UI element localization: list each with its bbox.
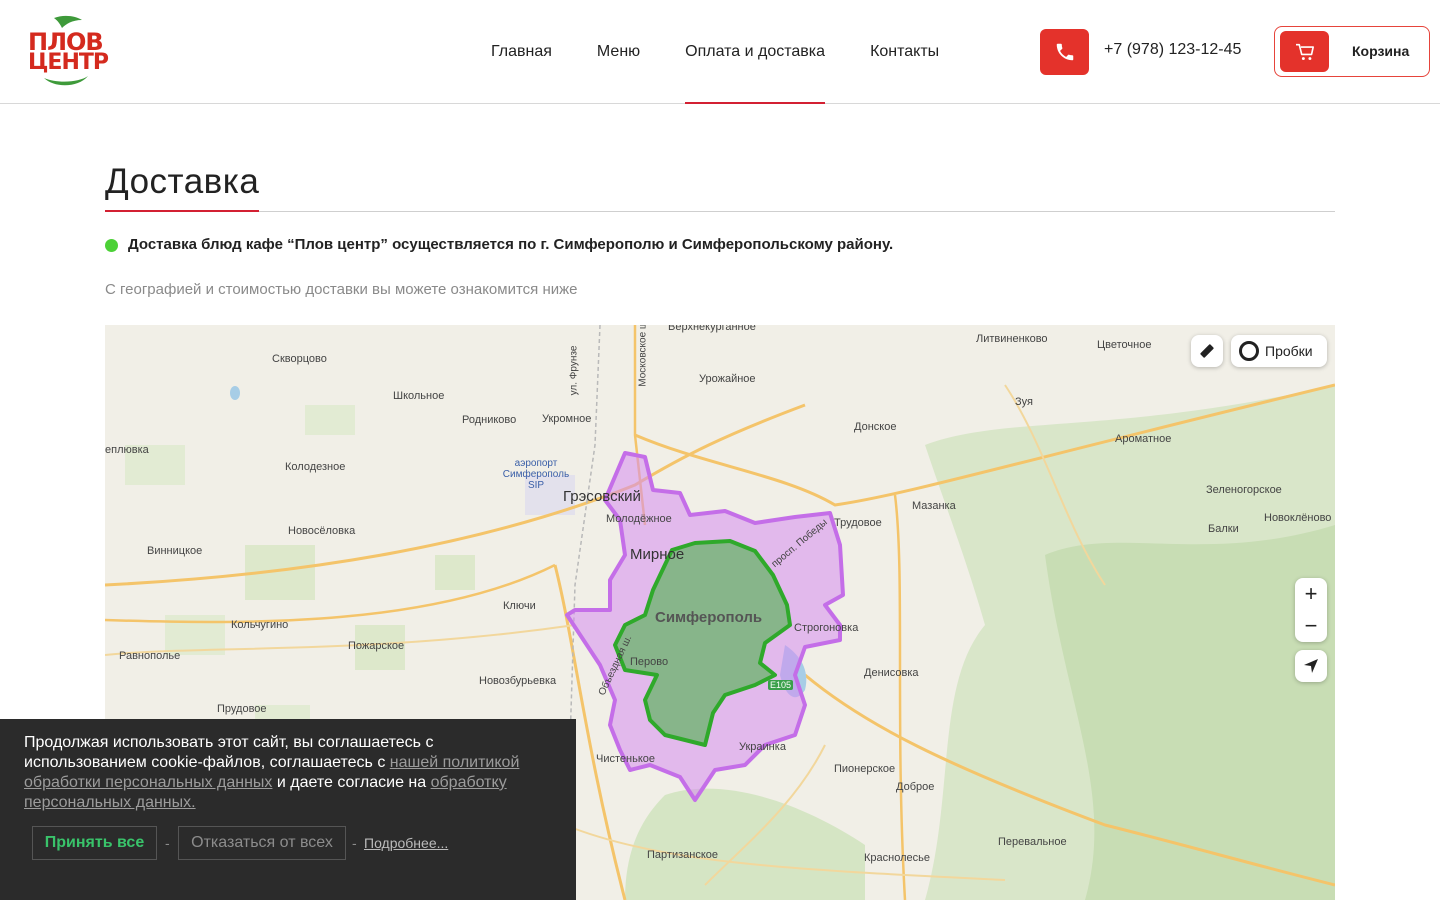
map-place: Кольчугино	[231, 619, 289, 631]
map-place: Грэсовский	[563, 488, 641, 505]
map-place: Новозбурьевка	[479, 675, 557, 687]
logo-text-bottom: ЦЕНТР	[28, 50, 109, 75]
map-place: Школьное	[393, 390, 445, 402]
map-place: Новоклёново	[1264, 512, 1332, 524]
map-place: Строгоновка	[794, 622, 859, 634]
cookie-banner: Продолжая использовать этот сайт, вы сог…	[0, 719, 576, 900]
map-road-badge: Е105	[768, 680, 794, 690]
title-divider	[105, 211, 1335, 212]
map-place: Зуя	[1015, 396, 1033, 408]
map-place: Верхнекурганное	[668, 325, 756, 333]
phone-icon	[1056, 43, 1073, 61]
map-place: Мазанка	[912, 500, 956, 512]
map-place: Литвиненково	[976, 333, 1048, 345]
map-place: Доброе	[896, 781, 935, 793]
nav-item-contacts[interactable]: Контакты	[870, 0, 939, 104]
zoom-out-button[interactable]: −	[1295, 610, 1327, 642]
map-place: Чистенькое	[596, 753, 655, 765]
map-city-label: Симферополь	[655, 609, 763, 626]
map-place: Донское	[854, 421, 897, 433]
map-place: Молодёжное	[606, 513, 672, 525]
phone-button[interactable]	[1040, 29, 1089, 75]
map-place: Урожайное	[699, 373, 756, 385]
map-place: Колодезное	[285, 461, 346, 473]
title-underline	[105, 210, 259, 212]
map-place: Перово	[630, 656, 669, 668]
map-place: Балки	[1208, 523, 1239, 535]
map-place: Ароматное	[1115, 433, 1172, 445]
locate-icon	[1304, 659, 1318, 673]
map-place: Цветочное	[1097, 339, 1152, 351]
cookie-text: Продолжая использовать этот сайт, вы сог…	[24, 733, 544, 813]
page-title: Доставка	[105, 162, 260, 201]
map-place: Пионерское	[834, 763, 896, 775]
map-street: Московское ш.	[637, 325, 649, 387]
more-info-link[interactable]: Подробнее...	[364, 835, 448, 851]
map-place: Пожарское	[348, 640, 405, 652]
map-street: ул. Фрунзе	[568, 345, 580, 396]
nav-item-home[interactable]: Главная	[491, 0, 552, 104]
map-place: Прудовое	[217, 703, 267, 715]
logo[interactable]: ПЛОВ ЦЕНТР	[24, 14, 109, 90]
ruler-button[interactable]	[1191, 335, 1223, 367]
cart-icon	[1280, 31, 1329, 72]
map-place: Перевальное	[998, 836, 1067, 848]
map-place: Партизанское	[647, 849, 718, 861]
traffic-icon	[1239, 341, 1259, 361]
map-place: Ключи	[503, 600, 536, 612]
zoom-in-button[interactable]: +	[1295, 578, 1327, 610]
ruler-icon	[1200, 344, 1214, 358]
separator: -	[352, 835, 357, 851]
separator: -	[165, 835, 170, 851]
nav-item-payment-delivery[interactable]: Оплата и доставка	[685, 0, 825, 104]
reject-all-button[interactable]: Отказаться от всех	[178, 826, 346, 860]
accept-all-button[interactable]: Принять все	[32, 826, 157, 860]
cart-label: Корзина	[1352, 43, 1410, 59]
traffic-label: Пробки	[1265, 343, 1313, 359]
zoom-control: + −	[1295, 578, 1327, 642]
cookie-text-part: и даете согласие на	[272, 774, 431, 791]
map-place: Укромное	[542, 413, 592, 425]
map-place: Трудовое	[834, 517, 882, 529]
delivery-info: Доставка блюд кафе “Плов центр” осуществ…	[128, 236, 894, 253]
map-place: Зеленогорское	[1206, 484, 1282, 496]
airport-label: аэропорт Симферополь SIP	[502, 458, 570, 491]
map-place: Новосёловка	[288, 525, 356, 537]
map-place: Украинка	[739, 741, 786, 753]
traffic-button[interactable]: Пробки	[1231, 335, 1327, 367]
site-header: ПЛОВ ЦЕНТР Главная Меню Оплата и доставк…	[0, 0, 1440, 104]
map-place: Денисовка	[864, 667, 919, 679]
cookie-text-part: Продолжая использовать этот сайт, вы сог…	[24, 734, 434, 771]
map-place: еплювка	[105, 444, 149, 456]
nav-item-menu[interactable]: Меню	[597, 0, 640, 104]
phone-number[interactable]: +7 (978) 123-12-45	[1104, 41, 1241, 59]
status-dot-icon	[105, 239, 118, 252]
map-place: Равнополье	[119, 650, 181, 662]
map-place: Родниково	[462, 414, 517, 426]
map-place: Винницкое	[147, 545, 203, 557]
main-nav: Главная Меню Оплата и доставка Контакты	[491, 0, 984, 104]
map-place: Мирное	[630, 546, 685, 563]
map-place: Краснолесье	[864, 852, 930, 864]
cart-button[interactable]: Корзина	[1274, 26, 1430, 77]
delivery-subinfo: С географией и стоимостью доставки вы мо…	[105, 281, 578, 298]
locate-button[interactable]	[1295, 650, 1327, 682]
map-place: Скворцово	[272, 353, 327, 365]
